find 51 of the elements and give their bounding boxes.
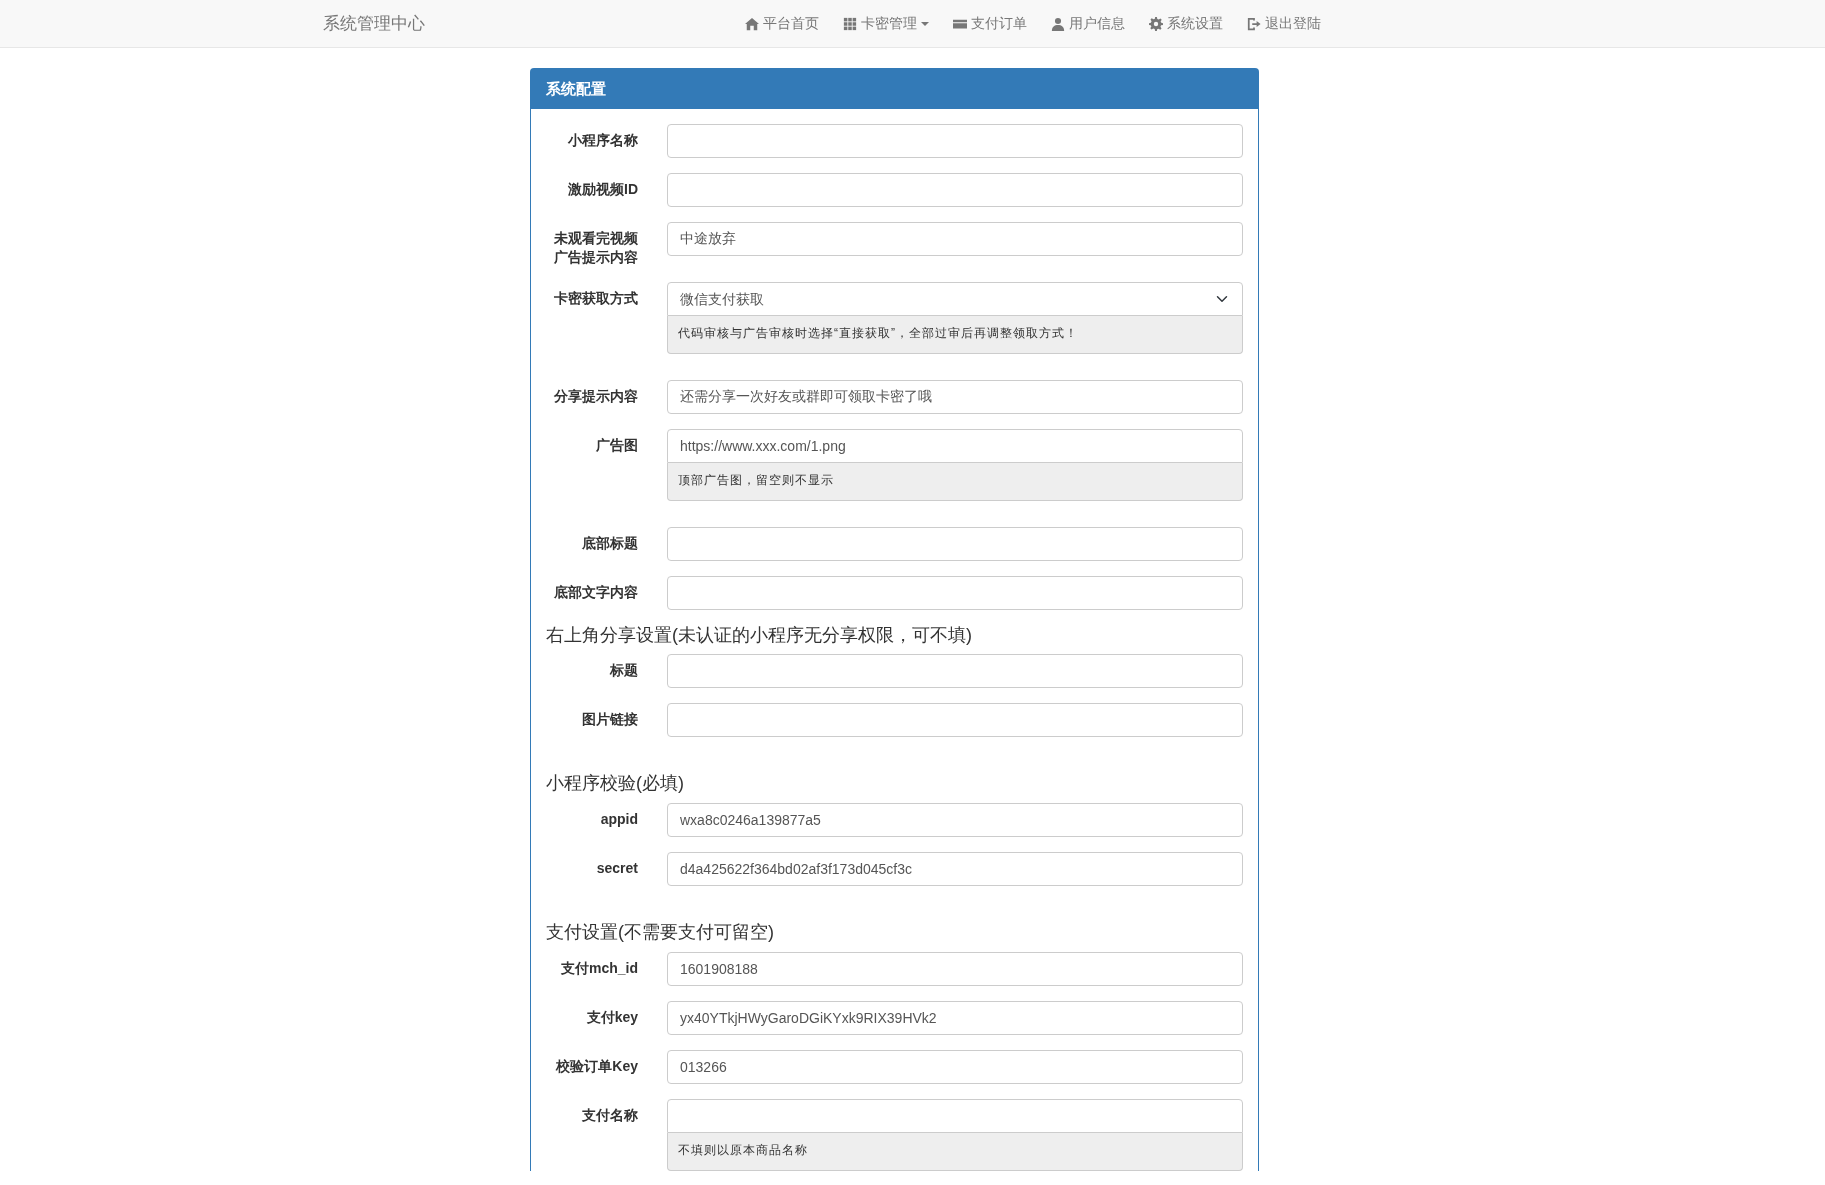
input-field[interactable]: [667, 575, 1243, 610]
nav-link[interactable]: 平台首页: [745, 9, 819, 38]
field-label: 支付key: [585, 1007, 639, 1027]
nav-link[interactable]: 系统设置: [1149, 9, 1223, 38]
field-label: 支付名称: [581, 1105, 639, 1125]
user-icon: [1051, 16, 1065, 31]
panel-title: 系统配置: [531, 69, 1258, 109]
field-label: 分享提示内容: [553, 386, 639, 406]
input-field[interactable]: https://www.xxx.com/1.png: [667, 428, 1243, 463]
field-label: 校验订单Key: [555, 1056, 639, 1076]
input-field[interactable]: [667, 526, 1243, 561]
input-field[interactable]: wxa8c0246a139877a5: [667, 802, 1243, 837]
field-label: appid: [599, 809, 639, 829]
section-heading: 右上角分享设置(未认证的小程序无分享权限，可不填): [546, 624, 973, 647]
brand-title[interactable]: 系统管理中心: [323, 10, 723, 37]
input-field[interactable]: [667, 124, 1243, 158]
logout-icon: [1247, 16, 1261, 31]
settings-icon: [1149, 16, 1163, 31]
input-field[interactable]: 013266: [667, 1049, 1243, 1084]
field-label: 底部标题: [581, 533, 639, 553]
field-label: 未观看完视频广告提示内容: [553, 229, 639, 267]
input-field[interactable]: [667, 173, 1243, 207]
dropdown-select[interactable]: 微信支付获取: [667, 281, 1243, 316]
help-text: 代码审核与广告审核时选择“直接获取”，全部过审后再调整领取方式！: [667, 315, 1243, 354]
input-field[interactable]: [667, 654, 1243, 689]
nav-link[interactable]: 退出登陆: [1247, 9, 1321, 38]
input-field[interactable]: [667, 1098, 1243, 1133]
field-label: 底部文字内容: [553, 582, 639, 602]
field-label: secret: [595, 858, 639, 878]
input-field[interactable]: [667, 703, 1243, 738]
field-label: 卡密获取方式: [553, 288, 639, 308]
nav-link[interactable]: 用户信息: [1051, 9, 1125, 38]
input-field[interactable]: d4a425622f364bd02af3f173d045cf3c: [667, 851, 1243, 886]
input-field[interactable]: 还需分享一次好友或群即可领取卡密了哦: [667, 379, 1243, 414]
input-field[interactable]: 中途放弃: [667, 222, 1243, 256]
field-label: 图片链接: [581, 710, 639, 730]
help-text: 顶部广告图，留空则不显示: [667, 462, 1243, 501]
field-label: 广告图: [595, 435, 639, 455]
input-field[interactable]: yx40YTkjHWyGaroDGiKYxk9RIX39HVk2: [667, 1000, 1243, 1035]
field-label: 支付mch_id: [560, 958, 639, 978]
nav-link[interactable]: 支付订单: [953, 9, 1027, 38]
grid-icon: [843, 16, 857, 31]
section-heading: 小程序校验(必填): [546, 773, 685, 795]
field-label: 激励视频ID: [567, 180, 639, 199]
help-text: 不填则以原本商品名称: [667, 1132, 1243, 1171]
home-icon: [745, 16, 759, 31]
field-label: 小程序名称: [567, 131, 639, 150]
section-heading: 支付设置(不需要支付可留空): [546, 921, 775, 944]
dropdown-menu-link[interactable]: 卡密管理: [843, 9, 929, 38]
input-field[interactable]: 1601908188: [667, 951, 1243, 986]
field-label: 标题: [609, 661, 639, 681]
